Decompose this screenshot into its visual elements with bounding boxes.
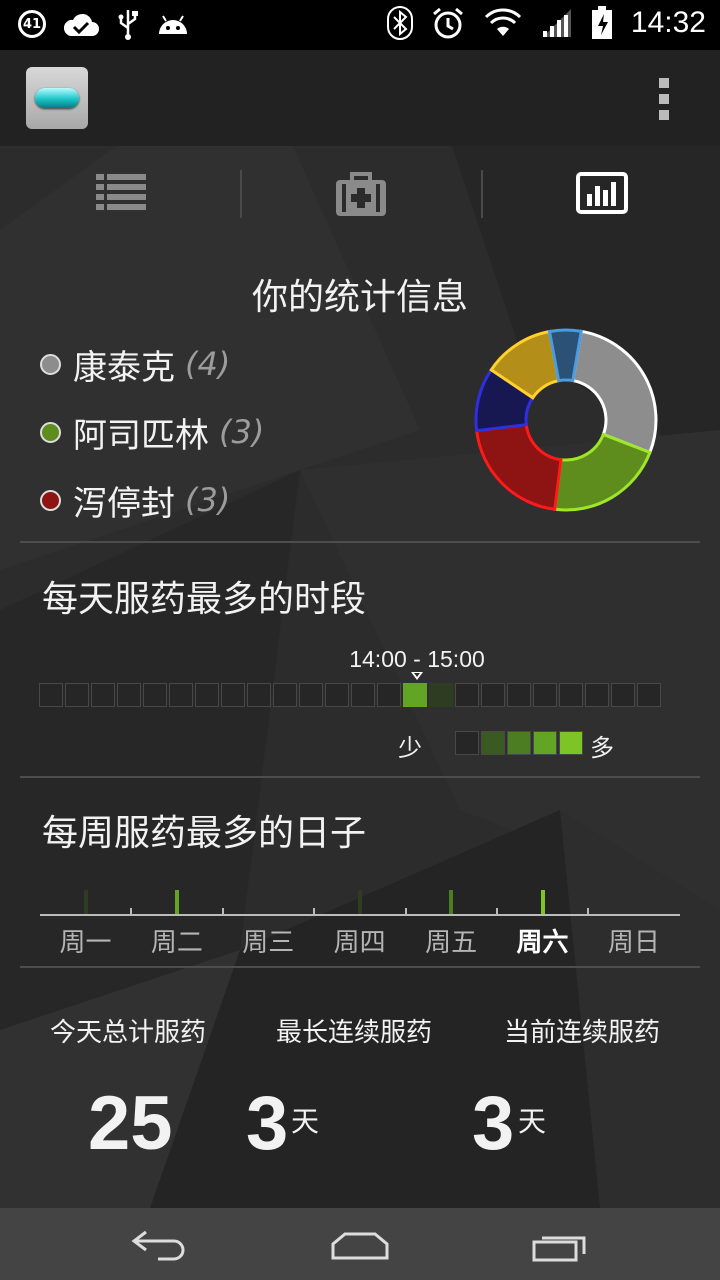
legend-label: 康泰克	[73, 347, 175, 388]
hour-cell	[299, 683, 323, 707]
page-title: 你的统计信息	[251, 277, 468, 318]
hour-cell	[143, 683, 167, 707]
hour-cell	[585, 683, 609, 707]
pie-slice	[553, 432, 652, 512]
week-day-bar	[449, 890, 454, 914]
week-day-bar	[83, 890, 88, 914]
scale-cell	[507, 731, 531, 755]
hour-cell	[559, 683, 583, 707]
week-axis-tick	[221, 908, 224, 916]
longest-streak-label: 最长连续服药	[276, 1018, 433, 1048]
peak-days-title: 每周服药最多的日子	[42, 813, 367, 854]
hour-cell	[403, 683, 427, 707]
hour-cell	[377, 683, 401, 707]
hour-cell	[533, 683, 557, 707]
scale-cell	[559, 731, 583, 755]
hour-cell	[221, 683, 245, 707]
scale-cell	[481, 731, 505, 755]
legend-label: 泻停封	[73, 483, 175, 524]
legend-count: (3)	[219, 413, 265, 451]
today-total-value: 25	[88, 1081, 173, 1166]
scale-less-label: 少	[398, 734, 422, 762]
legend-item: 泻停封 (3)	[40, 466, 264, 534]
legend-item: 阿司匹林 (3)	[40, 398, 264, 466]
hour-cell	[39, 683, 63, 707]
home-icon[interactable]	[330, 1228, 390, 1260]
week-axis-tick	[496, 908, 498, 916]
week-day-bar	[357, 890, 362, 914]
current-streak-label: 当前连续服药	[504, 1018, 661, 1048]
week-axis-tick	[587, 908, 590, 916]
hour-cell	[65, 683, 89, 707]
hour-cell	[169, 683, 193, 707]
longest-streak-unit: 天	[291, 1105, 320, 1138]
week-day-label: 周三	[242, 928, 295, 958]
legend-item: 康泰克 (4)	[40, 330, 264, 398]
legend-count: (3)	[185, 481, 231, 519]
week-day-label: 周二	[150, 928, 203, 958]
hour-cell	[455, 683, 479, 707]
scale-cell	[455, 731, 479, 755]
hour-heatmap	[39, 683, 663, 707]
peak-hours-title: 每天服药最多的时段	[42, 579, 367, 620]
pie-slice	[571, 329, 658, 455]
hour-cell	[117, 683, 141, 707]
hour-cell	[611, 683, 635, 707]
navigation-bar	[0, 1208, 720, 1280]
peak-hour-label: 14:00 - 15:00	[349, 646, 485, 672]
hour-cell	[351, 683, 375, 707]
longest-streak-value: 3	[246, 1081, 289, 1166]
back-icon[interactable]	[130, 1228, 190, 1262]
week-axis-tick	[313, 908, 316, 916]
legend-count: (4)	[185, 345, 231, 383]
week-axis	[40, 914, 680, 916]
week-axis-tick	[130, 908, 133, 916]
legend-dot	[40, 489, 61, 511]
hour-cell	[247, 683, 271, 707]
scale-more-label: 多	[590, 734, 614, 762]
week-day-bar	[175, 890, 180, 914]
section-divider	[20, 966, 700, 968]
current-streak-value: 3	[472, 1081, 515, 1166]
week-day-label: 周四	[333, 928, 386, 958]
today-total-label: 今天总计服药	[50, 1018, 207, 1048]
heat-scale	[455, 731, 585, 755]
scale-cell	[533, 731, 557, 755]
pie-slice	[474, 423, 563, 511]
section-divider	[20, 776, 700, 778]
hour-cell	[91, 683, 115, 707]
legend-dot	[40, 421, 61, 443]
statistics-content: 你的统计信息 康泰克 (4) 阿司匹林 (3) 泻停封 (3) 每天服药最多的时…	[0, 0, 720, 1280]
peak-hour-marker	[411, 672, 423, 680]
week-day-bar	[540, 890, 545, 914]
hour-cell	[637, 683, 661, 707]
legend-label: 阿司匹林	[73, 415, 209, 456]
hour-cell	[195, 683, 219, 707]
hour-cell	[325, 683, 349, 707]
week-day-label: 周六	[516, 928, 569, 958]
hour-cell	[429, 683, 453, 707]
week-day-label: 周五	[425, 928, 478, 958]
section-divider	[20, 541, 700, 543]
hour-cell	[507, 683, 531, 707]
week-day-label: 周一	[59, 928, 112, 958]
week-axis-tick	[404, 908, 407, 916]
donut-chart	[474, 328, 658, 512]
recent-apps-icon[interactable]	[530, 1228, 590, 1262]
hour-cell	[481, 683, 505, 707]
week-day-label: 周日	[607, 928, 660, 958]
legend-dot	[40, 353, 61, 375]
hour-cell	[273, 683, 297, 707]
current-streak-unit: 天	[518, 1105, 547, 1138]
pie-legend: 康泰克 (4) 阿司匹林 (3) 泻停封 (3)	[40, 330, 264, 534]
